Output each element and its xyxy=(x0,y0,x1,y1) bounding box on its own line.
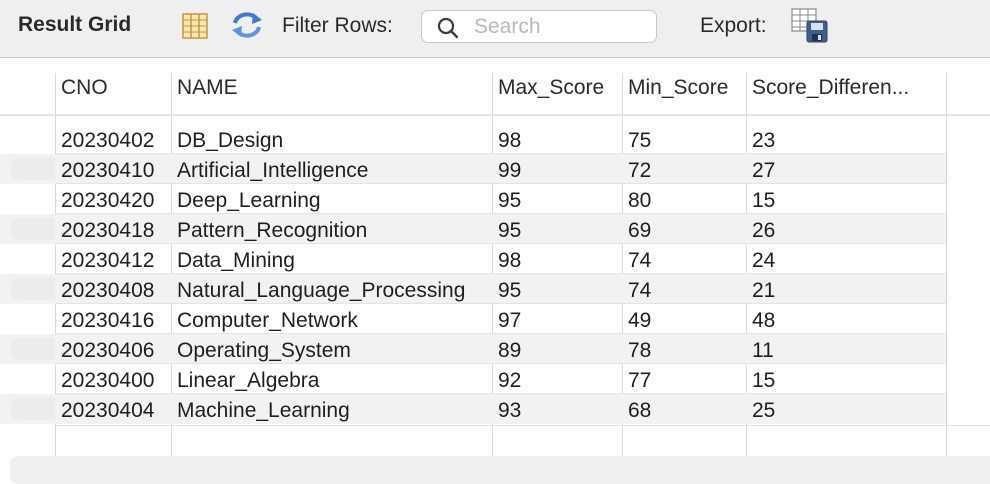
grid-view-icon[interactable] xyxy=(181,12,209,45)
cell-score-difference[interactable]: 11 xyxy=(752,339,774,363)
cell-score-difference[interactable]: 48 xyxy=(752,309,775,333)
table-row[interactable]: 20230420 Deep_Learning 95 80 15 xyxy=(0,184,946,214)
table-row[interactable]: 20230418 Pattern_Recognition 95 69 26 xyxy=(0,214,946,244)
cell-max-score[interactable]: 89 xyxy=(498,339,521,363)
cell-score-difference[interactable]: 23 xyxy=(752,129,775,153)
cell-name[interactable]: Artificial_Intelligence xyxy=(177,159,368,183)
row-selector[interactable] xyxy=(11,218,55,240)
cell-min-score[interactable]: 80 xyxy=(628,189,651,213)
export-label: Export: xyxy=(700,14,767,37)
cell-name[interactable]: Pattern_Recognition xyxy=(177,219,367,243)
cell-cno[interactable]: 20230404 xyxy=(61,399,154,423)
row-selector[interactable] xyxy=(11,158,55,180)
table-row[interactable]: 20230416 Computer_Network 97 49 48 xyxy=(0,304,946,334)
row-selector[interactable] xyxy=(11,398,55,420)
cell-max-score[interactable]: 93 xyxy=(498,399,521,423)
table-row[interactable]: 20230412 Data_Mining 98 74 24 xyxy=(0,244,946,274)
cell-name[interactable]: DB_Design xyxy=(177,129,283,153)
cell-name[interactable]: Computer_Network xyxy=(177,309,358,333)
table-row[interactable]: 20230408 Natural_Language_Processing 95 … xyxy=(0,274,946,304)
column-header-score-difference[interactable]: Score_Differen... xyxy=(752,76,909,100)
cell-max-score[interactable]: 98 xyxy=(498,249,521,273)
search-input[interactable] xyxy=(474,13,650,40)
row-selector[interactable] xyxy=(11,338,55,360)
cell-cno[interactable]: 20230410 xyxy=(61,159,154,183)
search-icon xyxy=(436,16,460,45)
cell-score-difference[interactable]: 15 xyxy=(752,189,775,213)
cell-min-score[interactable]: 69 xyxy=(628,219,651,243)
cell-cno[interactable]: 20230418 xyxy=(61,219,154,243)
cell-name[interactable]: Machine_Learning xyxy=(177,399,350,423)
column-header-cno[interactable]: CNO xyxy=(61,76,108,100)
cell-score-difference[interactable]: 25 xyxy=(752,399,775,423)
row-selector[interactable] xyxy=(11,278,55,300)
cell-cno[interactable]: 20230400 xyxy=(61,369,154,393)
cell-name[interactable]: Deep_Learning xyxy=(177,189,321,213)
table-row[interactable]: 20230402 DB_Design 98 75 23 xyxy=(0,124,946,154)
search-field[interactable] xyxy=(421,10,657,43)
cell-score-difference[interactable]: 24 xyxy=(752,249,775,273)
table-row[interactable]: 20230400 Linear_Algebra 92 77 15 xyxy=(0,364,946,394)
cell-cno[interactable]: 20230408 xyxy=(61,279,154,303)
cell-cno[interactable]: 20230416 xyxy=(61,309,154,333)
header-separator xyxy=(0,114,990,116)
cell-max-score[interactable]: 97 xyxy=(498,309,521,333)
cell-max-score[interactable]: 98 xyxy=(498,129,521,153)
cell-min-score[interactable]: 77 xyxy=(628,369,651,393)
refresh-icon[interactable] xyxy=(229,9,265,46)
column-header-name[interactable]: NAME xyxy=(177,76,238,100)
cell-max-score[interactable]: 95 xyxy=(498,279,521,303)
cell-min-score[interactable]: 49 xyxy=(628,309,651,333)
column-header-min-score[interactable]: Min_Score xyxy=(628,76,728,100)
cell-max-score[interactable]: 99 xyxy=(498,159,521,183)
export-icon[interactable] xyxy=(791,8,829,49)
table-row[interactable]: 20230410 Artificial_Intelligence 99 72 2… xyxy=(0,154,946,184)
result-grid-toolbar: Result Grid Filter Rows: Export: xyxy=(0,0,990,58)
cell-max-score[interactable]: 95 xyxy=(498,219,521,243)
table-row[interactable]: 20230404 Machine_Learning 93 68 25 xyxy=(0,394,946,424)
cell-score-difference[interactable]: 21 xyxy=(752,279,775,303)
cell-name[interactable]: Operating_System xyxy=(177,339,351,363)
empty-row[interactable] xyxy=(10,456,990,484)
cell-cno[interactable]: 20230402 xyxy=(61,129,154,153)
cell-min-score[interactable]: 72 xyxy=(628,159,651,183)
table-row[interactable]: 20230406 Operating_System 89 78 11 xyxy=(0,334,946,364)
cell-min-score[interactable]: 78 xyxy=(628,339,651,363)
cell-score-difference[interactable]: 15 xyxy=(752,369,775,393)
cell-min-score[interactable]: 74 xyxy=(628,249,651,273)
cell-name[interactable]: Data_Mining xyxy=(177,249,295,273)
cell-name[interactable]: Natural_Language_Processing xyxy=(177,279,465,303)
cell-min-score[interactable]: 74 xyxy=(628,279,651,303)
cell-min-score[interactable]: 75 xyxy=(628,129,651,153)
result-grid: CNO NAME Max_Score Min_Score Score_Diffe… xyxy=(0,59,990,484)
column-header-max-score[interactable]: Max_Score xyxy=(498,76,604,100)
result-grid-title: Result Grid xyxy=(18,13,132,36)
cell-min-score[interactable]: 68 xyxy=(628,399,651,423)
cell-score-difference[interactable]: 26 xyxy=(752,219,775,243)
cell-cno[interactable]: 20230406 xyxy=(61,339,154,363)
cell-max-score[interactable]: 95 xyxy=(498,189,521,213)
column-divider xyxy=(946,73,947,484)
cell-cno[interactable]: 20230412 xyxy=(61,249,154,273)
cell-max-score[interactable]: 92 xyxy=(498,369,521,393)
cell-cno[interactable]: 20230420 xyxy=(61,189,154,213)
filter-rows-label: Filter Rows: xyxy=(282,14,393,37)
row-divider xyxy=(56,425,990,426)
cell-score-difference[interactable]: 27 xyxy=(752,159,775,183)
cell-name[interactable]: Linear_Algebra xyxy=(177,369,319,393)
